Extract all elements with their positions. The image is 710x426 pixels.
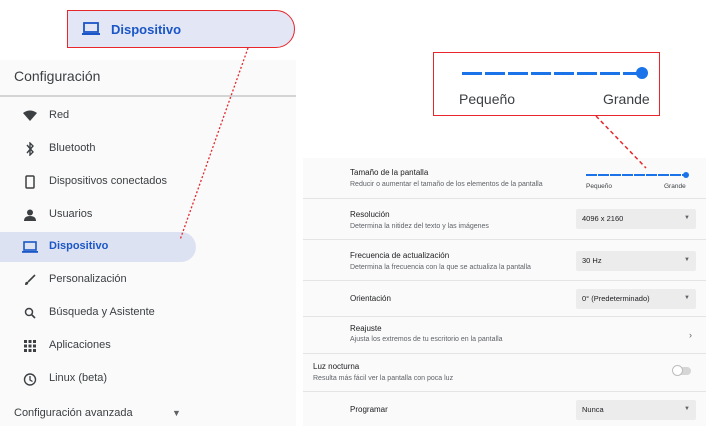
screen-size-row: Tamaño de la pantalla Reducir o aumentar…	[303, 158, 706, 199]
sidebar-divider	[0, 95, 296, 97]
chevron-down-icon: ▼	[684, 295, 690, 301]
laptop-icon	[82, 22, 100, 41]
sidebar-item-label: Aplicaciones	[49, 339, 111, 351]
search-icon	[22, 305, 38, 321]
resolution-desc: Determina la nitidez del texto y las imá…	[350, 223, 489, 230]
screen-size-callout: Pequeño Grande	[433, 52, 660, 116]
sidebar-item-label: Usuarios	[49, 208, 93, 220]
person-icon	[22, 207, 38, 223]
refresh-rate-value: 30 Hz	[582, 256, 602, 265]
schedule-row: Programar Nunca ▼	[303, 392, 706, 426]
orientation-title: Orientación	[350, 294, 391, 303]
refresh-rate-select[interactable]: 30 Hz ▼	[576, 251, 696, 271]
sidebar-title: Configuración	[14, 68, 101, 84]
size-slider-thumb[interactable]	[636, 67, 648, 79]
screen-size-desc: Reducir o aumentar el tamaño de los elem…	[350, 181, 543, 188]
sidebar-item-personalization[interactable]: Personalización	[0, 265, 296, 295]
adjust-desc: Ajusta los extremos de tu escritorio en …	[350, 336, 503, 343]
night-light-row: Luz nocturna Resulta más fácil ver la pa…	[303, 354, 706, 392]
wifi-icon	[22, 108, 38, 124]
orientation-row: Orientación 0° (Predeterminado) ▼	[303, 281, 706, 317]
sidebar-item-label: Dispositivo	[49, 240, 109, 252]
sidebar-item-apps[interactable]: Aplicaciones	[0, 331, 296, 361]
screen-size-small-label: Pequeño	[586, 183, 613, 190]
screen-size-title: Tamaño de la pantalla	[350, 168, 429, 177]
sidebar-item-label: Búsqueda y Asistente	[49, 306, 155, 318]
sidebar-item-label: Dispositivos conectados	[49, 175, 168, 187]
size-small-label: Pequeño	[459, 91, 516, 107]
adjust-row[interactable]: Reajuste Ajusta los extremos de tu escri…	[303, 317, 706, 354]
phone-icon	[22, 174, 38, 190]
adjust-title: Reajuste	[350, 324, 382, 333]
sidebar-item-label: Bluetooth	[49, 142, 96, 154]
night-light-toggle[interactable]	[672, 365, 691, 376]
refresh-rate-title: Frecuencia de actualización	[350, 251, 450, 260]
schedule-select[interactable]: Nunca ▼	[576, 400, 696, 420]
chevron-down-icon: ▼	[684, 257, 690, 263]
resolution-row: Resolución Determina la nitidez del text…	[303, 199, 706, 240]
sidebar-item-label: Personalización	[49, 273, 127, 285]
advanced-settings-link[interactable]: Configuración avanzada	[14, 407, 133, 419]
apps-grid-icon	[22, 338, 38, 354]
resolution-select[interactable]: 4096 x 2160 ▼	[576, 209, 696, 229]
schedule-value: Nunca	[582, 405, 604, 414]
toggle-knob	[672, 365, 683, 376]
resolution-value: 4096 x 2160	[582, 214, 624, 223]
chevron-right-icon[interactable]: ›	[689, 330, 692, 340]
brush-icon	[22, 272, 38, 288]
sidebar-item-users[interactable]: Usuarios	[0, 200, 296, 230]
sidebar-item-red[interactable]: Red	[0, 101, 296, 131]
screen-size-slider-track[interactable]	[586, 174, 686, 176]
refresh-rate-desc: Determina la frecuencia con la que se ac…	[350, 264, 531, 271]
display-settings-panel: Tamaño de la pantalla Reducir o aumentar…	[303, 158, 706, 426]
schedule-title: Programar	[350, 405, 388, 414]
sidebar-item-connected-devices[interactable]: Dispositivos conectados	[0, 167, 296, 197]
callout-device-label: Dispositivo	[111, 22, 182, 37]
chevron-down-icon[interactable]: ▼	[172, 408, 181, 418]
screen-size-large-label: Grande	[664, 183, 686, 190]
resolution-title: Resolución	[350, 210, 390, 219]
sidebar-item-label: Red	[49, 109, 70, 121]
sidebar-item-bluetooth[interactable]: Bluetooth	[0, 134, 296, 164]
settings-sidebar: Configuración Red Bluetooth Dispositivos…	[0, 60, 296, 426]
sidebar-item-linux[interactable]: Linux (beta)	[0, 364, 296, 394]
sidebar-item-dispositivo[interactable]: Dispositivo	[0, 232, 196, 262]
linux-icon	[22, 371, 38, 387]
size-slider-track[interactable]	[462, 72, 642, 75]
size-large-label: Grande	[603, 91, 650, 107]
orientation-value: 0° (Predeterminado)	[582, 294, 650, 303]
sidebar-item-search-assistant[interactable]: Búsqueda y Asistente	[0, 298, 296, 328]
screen-size-slider-thumb[interactable]	[683, 172, 689, 178]
dispositivo-callout: Dispositivo	[67, 10, 295, 48]
chevron-down-icon: ▼	[684, 406, 690, 412]
night-light-desc: Resulta más fácil ver la pantalla con po…	[313, 375, 454, 382]
orientation-select[interactable]: 0° (Predeterminado) ▼	[576, 289, 696, 309]
chevron-down-icon: ▼	[684, 215, 690, 221]
refresh-rate-row: Frecuencia de actualización Determina la…	[303, 240, 706, 281]
bluetooth-icon	[22, 141, 38, 157]
sidebar-item-label: Linux (beta)	[49, 372, 108, 384]
night-light-title: Luz nocturna	[313, 362, 360, 371]
laptop-icon	[22, 239, 38, 255]
